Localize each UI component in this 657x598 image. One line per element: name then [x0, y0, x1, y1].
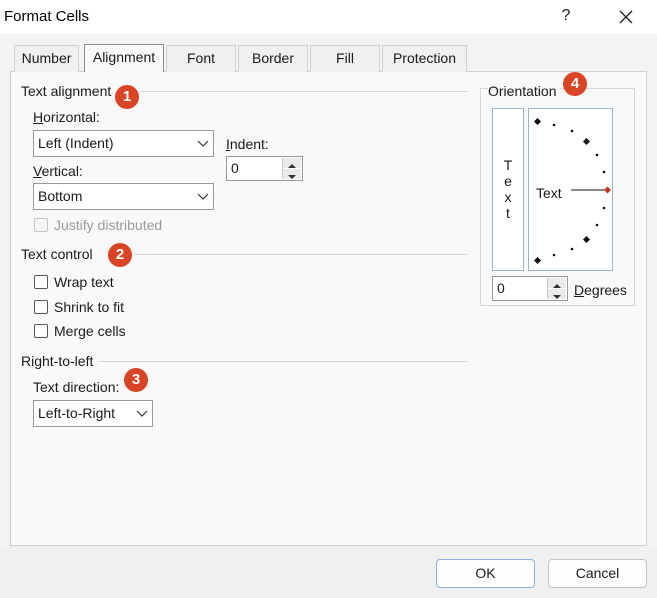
- shrink-to-fit-label: Shrink to fit: [54, 299, 125, 315]
- vertical-select[interactable]: Bottom: [33, 183, 214, 210]
- indent-value: 0: [231, 160, 239, 176]
- help-button[interactable]: ?: [559, 7, 573, 25]
- orientation-dial-label: Text: [536, 185, 562, 201]
- section-divider: [99, 361, 467, 362]
- spinner-buttons: [547, 278, 566, 299]
- tab-font[interactable]: Font: [166, 45, 236, 72]
- tab-number[interactable]: Number: [14, 45, 79, 72]
- section-divider: [134, 254, 467, 255]
- ok-button[interactable]: OK: [436, 559, 535, 588]
- merge-cells-label: Merge cells: [54, 323, 126, 339]
- right-to-left-heading: Right-to-left: [21, 353, 94, 369]
- merge-cells-checkbox[interactable]: [34, 324, 48, 338]
- degrees-decrement-button[interactable]: [548, 289, 566, 299]
- vertical-text-letter: t: [506, 205, 510, 221]
- cancel-button[interactable]: Cancel: [548, 559, 647, 588]
- shrink-to-fit-checkbox[interactable]: [34, 300, 48, 314]
- orientation-heading: Orientation: [488, 83, 561, 99]
- chevron-down-icon: [136, 410, 148, 417]
- annotation-badge-1: 1: [115, 85, 139, 109]
- triangle-down-icon: [288, 175, 296, 179]
- text-control-heading: Text control: [21, 246, 93, 262]
- justify-distributed-checkbox[interactable]: [34, 218, 48, 232]
- close-button[interactable]: [612, 5, 640, 29]
- vertical-text-letter: x: [504, 189, 512, 205]
- wrap-text-checkbox[interactable]: [34, 275, 48, 289]
- close-icon: [619, 10, 633, 24]
- section-divider: [140, 91, 467, 92]
- indent-increment-button[interactable]: [283, 158, 301, 168]
- degrees-label-rest: egrees: [584, 282, 627, 298]
- tab-protection[interactable]: Protection: [382, 45, 467, 72]
- vertical-text-letter: e: [504, 173, 512, 189]
- indent-label-rest: ndent:: [229, 136, 269, 152]
- text-direction-value: Left-to-Right: [38, 405, 116, 421]
- spinner-buttons: [282, 158, 301, 179]
- degrees-spinner[interactable]: 0: [492, 276, 568, 301]
- triangle-down-icon: [553, 295, 561, 299]
- degrees-value: 0: [497, 280, 505, 296]
- dialog-title: Format Cells: [4, 8, 90, 25]
- vertical-label-rest: ertical:: [41, 163, 83, 179]
- text-alignment-heading: Text alignment: [21, 83, 112, 99]
- tab-alignment-label: Alignment: [92, 49, 156, 65]
- chevron-down-icon: [197, 193, 209, 200]
- tab-alignment[interactable]: Alignment: [84, 44, 164, 72]
- tab-border[interactable]: Border: [238, 45, 308, 72]
- annotation-badge-2: 2: [108, 243, 132, 267]
- justify-distributed-label: Justify distributed: [54, 217, 163, 233]
- text-direction-select[interactable]: Left-to-Right: [33, 400, 153, 427]
- vertical-value: Bottom: [38, 188, 83, 204]
- horizontal-label: Horizontal:: [33, 109, 100, 125]
- vertical-label: Vertical:: [33, 163, 83, 179]
- chevron-down-icon: [197, 140, 209, 147]
- wrap-text-label: Wrap text: [54, 274, 114, 290]
- degrees-increment-button[interactable]: [548, 278, 566, 288]
- vertical-text-stack: T e x t: [493, 109, 523, 221]
- vertical-text-button[interactable]: T e x t: [492, 108, 524, 271]
- vertical-text-letter: T: [503, 157, 513, 173]
- annotation-badge-3: 3: [124, 368, 148, 392]
- indent-decrement-button[interactable]: [283, 169, 301, 179]
- tab-fill[interactable]: Fill: [310, 45, 380, 72]
- horizontal-label-rest: orizontal:: [43, 109, 100, 125]
- annotation-badge-4: 4: [563, 72, 587, 96]
- horizontal-value: Left (Indent): [38, 135, 114, 151]
- indent-spinner[interactable]: 0: [226, 156, 303, 181]
- text-direction-label: Text direction:: [33, 379, 120, 395]
- indent-label: Indent:: [226, 136, 269, 152]
- degrees-label: Degrees: [574, 282, 627, 298]
- horizontal-select[interactable]: Left (Indent): [33, 130, 214, 157]
- orientation-dial[interactable]: Text: [528, 108, 613, 271]
